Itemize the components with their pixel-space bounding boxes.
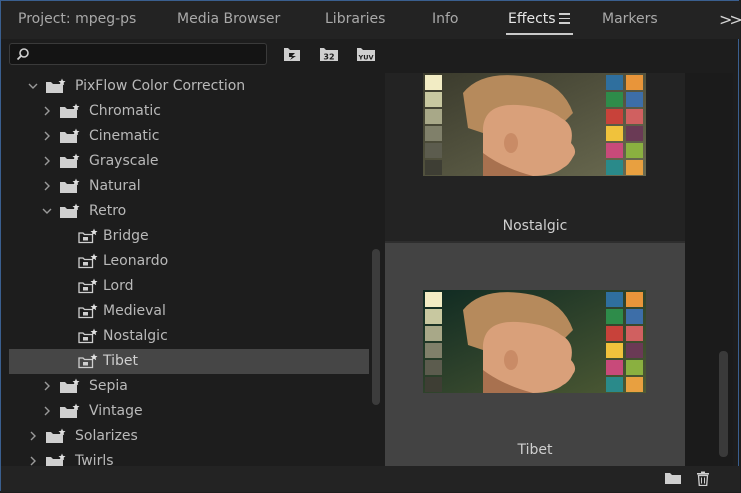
- preset-icon: [78, 328, 98, 344]
- effects-tree: PixFlow Color Correction Chromatic Cinemat…: [9, 73, 369, 469]
- preview-scroll-thumb[interactable]: [719, 351, 728, 457]
- tree-row-label: Grayscale: [89, 153, 159, 169]
- preview-thumbnail: [423, 73, 646, 176]
- chevron-down-icon[interactable]: [27, 80, 39, 92]
- tree-row[interactable]: Lord: [9, 274, 369, 299]
- tree-scroll-thumb[interactable]: [372, 249, 380, 405]
- preview-label: Tibet: [517, 442, 553, 458]
- chevron-right-icon[interactable]: [41, 180, 53, 192]
- accelerated-effects-filter-icon[interactable]: [282, 45, 302, 63]
- preview-thumbnail: [423, 290, 646, 393]
- tree-row-label: PixFlow Color Correction: [75, 78, 246, 94]
- tree-row[interactable]: Nostalgic: [9, 324, 369, 349]
- tab-markers[interactable]: Markers: [602, 11, 658, 27]
- tree-row[interactable]: Grayscale: [9, 149, 369, 174]
- effects-panel: Project: mpeg-ps Media Browser Libraries…: [0, 0, 741, 492]
- preset-icon: [78, 353, 98, 369]
- preview-card-nostalgic[interactable]: Nostalgic: [385, 73, 685, 241]
- tree-row-label: Retro: [89, 203, 127, 219]
- chevron-right-icon[interactable]: [41, 380, 53, 392]
- active-tab-indicator: [506, 33, 573, 35]
- tree-row-label: Leonardo: [103, 253, 169, 269]
- preset-icon: [78, 253, 98, 269]
- tree-row[interactable]: PixFlow Color Correction: [9, 74, 369, 99]
- tree-row[interactable]: Solarizes: [9, 424, 369, 449]
- search-icon: [16, 48, 29, 61]
- tree-row-label: Chromatic: [89, 103, 161, 119]
- search-field[interactable]: [9, 43, 267, 65]
- effect-bin-icon: [60, 128, 80, 143]
- tree-row-label: Bridge: [103, 228, 149, 244]
- tab-effects[interactable]: Effects: [508, 11, 556, 27]
- tree-row[interactable]: Bridge: [9, 224, 369, 249]
- preset-preview-pane: Nostalgic Tibet: [385, 73, 685, 466]
- tree-row-label: Vintage: [89, 403, 143, 419]
- tree-row-label: Nostalgic: [103, 328, 168, 344]
- effect-bin-icon: [60, 153, 80, 168]
- 32bit-label: 32: [323, 53, 334, 62]
- chevron-right-icon[interactable]: [41, 405, 53, 417]
- tree-row[interactable]: Tibet: [9, 349, 369, 374]
- panel-tab-bar: Project: mpeg-ps Media Browser Libraries…: [1, 1, 741, 39]
- tree-row-label: Sepia: [89, 378, 128, 394]
- preset-icon: [78, 303, 98, 319]
- chevron-down-icon[interactable]: [41, 205, 53, 217]
- tree-row-label: Solarizes: [75, 428, 138, 444]
- trash-icon[interactable]: [696, 471, 710, 486]
- effect-bin-icon: [60, 178, 80, 193]
- preset-icon: [78, 228, 98, 244]
- overflow-chevrons-icon[interactable]: >>: [719, 10, 741, 29]
- tree-row[interactable]: Vintage: [9, 399, 369, 424]
- tree-row[interactable]: Retro: [9, 199, 369, 224]
- tree-row-label: Natural: [89, 178, 141, 194]
- tree-row-label: Medieval: [103, 303, 166, 319]
- portrait-preview-image: [423, 73, 646, 176]
- tree-row-label: Lord: [103, 278, 134, 294]
- tab-media-browser[interactable]: Media Browser: [177, 11, 280, 27]
- tree-row[interactable]: Cinematic: [9, 124, 369, 149]
- tab-project[interactable]: Project: mpeg-ps: [18, 11, 136, 27]
- preset-icon: [78, 278, 98, 294]
- effect-bin-icon: [60, 203, 80, 218]
- effect-bin-icon: [60, 378, 80, 393]
- preview-card-tibet[interactable]: Tibet: [385, 243, 685, 466]
- tree-row[interactable]: Medieval: [9, 299, 369, 324]
- tree-row[interactable]: Natural: [9, 174, 369, 199]
- effect-bin-icon: [46, 78, 66, 93]
- chevron-right-icon[interactable]: [41, 105, 53, 117]
- tree-row[interactable]: Sepia: [9, 374, 369, 399]
- tree-row[interactable]: Chromatic: [9, 99, 369, 124]
- effect-bin-icon: [60, 403, 80, 418]
- new-folder-icon[interactable]: [664, 471, 682, 485]
- tree-scrollbar[interactable]: [371, 73, 381, 469]
- tab-libraries[interactable]: Libraries: [325, 11, 385, 27]
- panel-menu-icon[interactable]: [559, 13, 570, 24]
- chevron-right-icon[interactable]: [27, 430, 39, 442]
- tree-row-label: Tibet: [103, 353, 138, 369]
- effect-bin-icon: [46, 428, 66, 443]
- chevron-right-icon[interactable]: [41, 155, 53, 167]
- tab-info[interactable]: Info: [432, 11, 459, 27]
- tree-row-label: Cinematic: [89, 128, 160, 144]
- tree-row[interactable]: Leonardo: [9, 249, 369, 274]
- yuv-filter-icon[interactable]: YUV: [356, 45, 376, 63]
- preview-label: Nostalgic: [502, 218, 568, 234]
- portrait-preview-image: [423, 290, 646, 393]
- effect-bin-icon: [60, 103, 80, 118]
- 32bit-filter-icon[interactable]: 32: [319, 45, 339, 63]
- panel-footer: [1, 466, 740, 492]
- yuv-label: YUV: [357, 54, 373, 62]
- search-input[interactable]: [34, 45, 266, 65]
- chevron-right-icon[interactable]: [41, 130, 53, 142]
